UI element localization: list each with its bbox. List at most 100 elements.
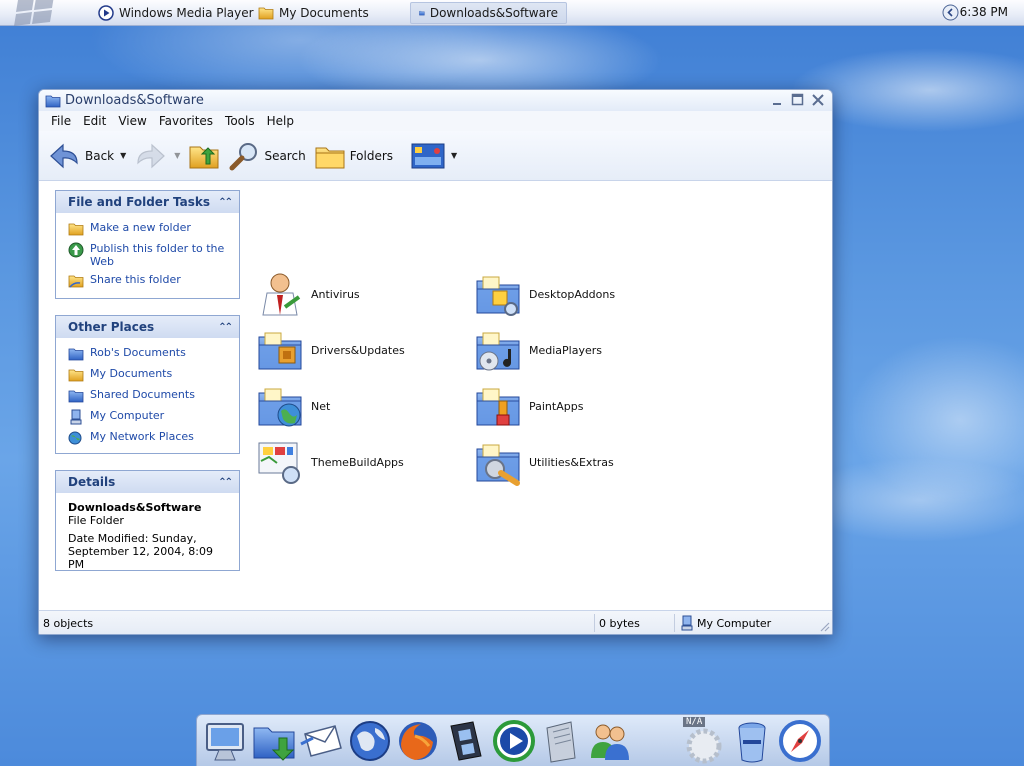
folders-icon [315,147,345,168]
task-downloads-software[interactable]: Downloads&Software [410,2,567,24]
computer-icon [681,615,693,631]
download-folder-icon[interactable] [251,718,297,764]
place-my-computer[interactable]: My Computer [68,409,231,425]
minimize-button[interactable] [770,92,786,108]
views-button[interactable]: ▼ [411,141,457,171]
status-bar: 8 objects 0 bytes My Computer [39,610,832,634]
net-folder-icon [255,381,305,427]
folder-icon [419,5,425,21]
trash-icon[interactable] [729,718,775,764]
menu-tools[interactable]: Tools [219,114,261,128]
details-panel: Details ⌃⌃ Downloads&Software File Folde… [55,470,240,571]
folder-up-icon [189,146,219,168]
folder-paint-apps[interactable]: PaintApps [473,381,583,431]
place-my-documents[interactable]: My Documents [68,367,231,383]
task-link-label: Publish this folder to the Web [90,242,225,268]
task-publish-folder[interactable]: Publish this folder to the Web [68,242,231,268]
views-dropdown-icon[interactable]: ▼ [451,151,457,160]
resize-grip-icon[interactable] [818,620,830,632]
folder-utilities-extras[interactable]: Utilities&Extras [473,437,614,487]
menu-edit[interactable]: Edit [77,114,112,128]
place-label: My Network Places [90,430,194,443]
status-location: My Computer [697,617,772,630]
folder-drivers-updates[interactable]: Drivers&Updates [255,325,405,375]
task-my-documents[interactable]: My Documents [250,2,377,24]
folder-label: PaintApps [529,399,584,413]
task-windows-media-player[interactable]: Windows Media Player [90,2,262,24]
place-shared-documents[interactable]: Shared Documents [68,388,231,404]
document-icon[interactable] [539,718,585,764]
title-bar[interactable]: Downloads&Software [39,90,832,111]
collapse-icon[interactable]: ⌃⌃ [218,197,233,208]
film-icon[interactable] [443,718,489,764]
share-folder-icon [68,275,84,288]
tray-expand-icon[interactable] [942,4,959,21]
panel-header[interactable]: Other Places ⌃⌃ [56,316,239,338]
folders-label: Folders [349,148,394,163]
firefox-icon[interactable] [395,718,441,764]
place-robs-documents[interactable]: Rob's Documents [68,346,231,362]
back-label: Back [85,148,115,163]
menu-bar: File Edit View Favorites Tools Help [39,111,832,131]
gear-icon[interactable] [681,721,727,766]
forward-dropdown-icon[interactable]: ▼ [174,151,180,160]
menu-view[interactable]: View [112,114,152,128]
place-label: Rob's Documents [90,346,186,359]
task-make-new-folder[interactable]: Make a new folder [68,221,231,237]
folder-net[interactable]: Net [255,381,330,431]
maximize-button[interactable] [790,92,806,108]
content-area: File and Folder Tasks ⌃⌃ Make a new fold… [39,181,832,611]
panel-header[interactable]: File and Folder Tasks ⌃⌃ [56,191,239,213]
folders-button[interactable]: Folders [314,140,393,172]
place-my-network-places[interactable]: My Network Places [68,430,231,446]
theme-build-folder-icon [258,442,300,484]
details-type: File Folder [68,514,124,527]
up-button[interactable] [188,140,220,172]
media-player-icon[interactable] [491,718,537,764]
status-divider [674,614,675,632]
task-link-label: Make a new folder [90,221,191,234]
menu-favorites[interactable]: Favorites [153,114,219,128]
antivirus-folder-icon [262,273,301,316]
folder-label: MediaPlayers [529,343,602,357]
compass-icon[interactable] [777,718,823,764]
search-button[interactable]: Search [228,140,306,172]
folder-desktop-addons[interactable]: DesktopAddons [473,269,615,319]
network-places-icon [68,431,82,445]
close-button[interactable] [810,92,826,108]
folder-icon [68,346,84,362]
task-link-label: Share this folder [90,273,181,286]
panel-header[interactable]: Details ⌃⌃ [56,471,239,493]
views-icon [411,143,445,168]
back-arrow-icon [50,143,78,168]
users-icon[interactable] [587,718,633,764]
back-dropdown-icon[interactable]: ▼ [120,151,126,160]
task-share-folder[interactable]: Share this folder [68,273,231,289]
folder-icon [45,93,61,109]
explorer-window: Downloads&Software File Edit View Favori… [38,89,833,635]
task-label: Downloads&Software [429,6,558,20]
windows-logo-icon[interactable] [12,0,60,26]
clock: 6:38 PM [959,5,1008,19]
menu-help[interactable]: Help [261,114,300,128]
globe-icon[interactable] [347,718,393,764]
back-button[interactable]: Back ▼ [47,139,126,173]
monitor-icon[interactable] [203,718,249,764]
folder-antivirus[interactable]: Antivirus [255,269,360,319]
forward-button[interactable]: ▼ [134,139,180,173]
folder-theme-build-apps[interactable]: ThemeBuildApps [255,437,404,487]
folder-media-players[interactable]: MediaPlayers [473,325,602,375]
collapse-icon[interactable]: ⌃⌃ [218,322,233,333]
mail-icon[interactable] [299,718,345,764]
status-divider [594,614,595,632]
drivers-folder-icon [255,325,305,375]
new-folder-icon [68,221,84,237]
collapse-icon[interactable]: ⌃⌃ [218,477,233,488]
forward-arrow-icon [137,143,166,168]
media-players-folder-icon [473,325,523,371]
window-title: Downloads&Software [65,93,204,108]
my-documents-icon [68,367,84,383]
taskbar: Windows Media Player My Documents Downlo… [0,0,1024,26]
menu-file[interactable]: File [45,114,77,128]
status-object-count: 8 objects [43,617,94,630]
